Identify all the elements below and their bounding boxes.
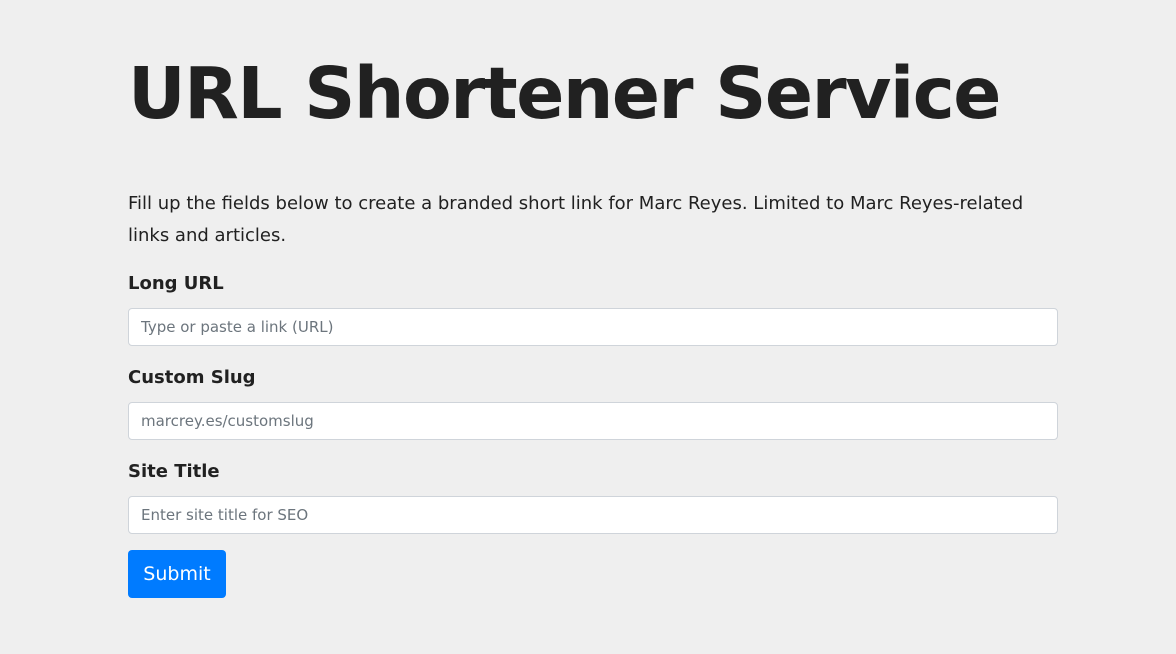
intro-text: Fill up the fields below to create a bra…	[128, 193, 1024, 246]
submit-button[interactable]: Submit	[128, 550, 226, 598]
page-title: URL Shortener Service	[128, 52, 1001, 135]
long-url-label: Long URL	[128, 273, 224, 294]
long-url-input[interactable]	[128, 308, 1058, 346]
custom-slug-label: Custom Slug	[128, 367, 256, 388]
site-title-input[interactable]	[128, 496, 1058, 534]
custom-slug-input[interactable]	[128, 402, 1058, 440]
site-title-label: Site Title	[128, 461, 220, 482]
